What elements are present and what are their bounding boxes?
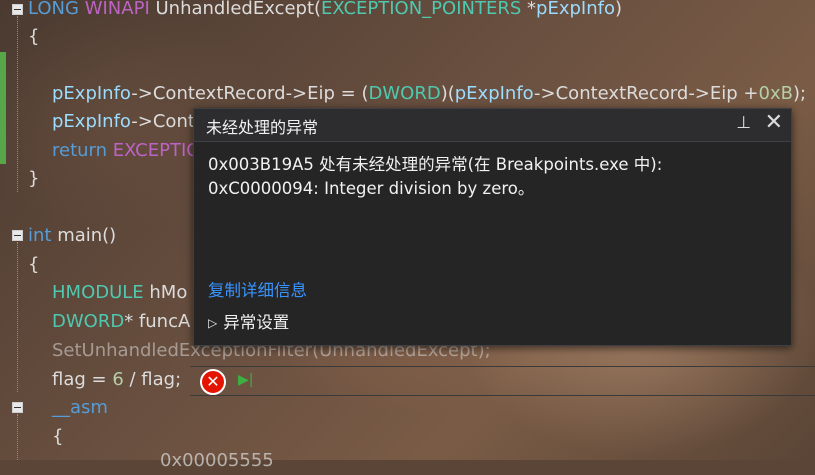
indent-guide <box>17 414 18 460</box>
change-marker <box>0 52 6 164</box>
copy-details-link[interactable]: 复制详细信息 <box>208 277 307 301</box>
collapse-icon[interactable] <box>12 402 23 413</box>
close-icon[interactable]: ✕ <box>765 110 783 135</box>
indent-guide <box>17 242 18 392</box>
exception-message-line1: 0x003B19A5 处有未经处理的异常(在 Breakpoints.exe 中… <box>208 155 663 174</box>
pin-icon[interactable]: ⊥ <box>736 113 751 133</box>
error-icon[interactable]: ✕ <box>200 369 226 395</box>
code-line: pExpInfo->Cont <box>52 111 195 132</box>
exception-settings-toggle[interactable]: ▷ 异常设置 <box>208 309 289 333</box>
code-line: { <box>52 426 64 447</box>
exception-message-line2: 0xC0000094: Integer division by zero。 <box>208 179 535 198</box>
code-line: LONG WINAPI UnhandledExcept(EXCEPTION_PO… <box>28 0 622 19</box>
code-line: { <box>28 254 40 275</box>
code-line: DWORD* funcA <box>52 311 191 332</box>
code-line: } <box>28 168 40 189</box>
code-line: 0x00005555 <box>160 450 274 471</box>
run-to-here-icon[interactable]: ▶| <box>238 372 253 388</box>
collapse-icon[interactable] <box>12 4 23 15</box>
collapse-icon[interactable] <box>12 230 23 241</box>
indent-guide <box>17 16 18 192</box>
code-line: int main() <box>28 225 117 246</box>
current-line-highlight <box>190 366 815 396</box>
code-line: __asm <box>52 397 108 418</box>
code-line: flag = 6 / flag; <box>52 369 182 390</box>
popup-header: 未经处理的异常 ⊥ ✕ <box>194 109 791 142</box>
code-line: HMODULE hMo <box>52 282 188 303</box>
popup-title: 未经处理的异常 <box>206 118 319 137</box>
expand-triangle-icon: ▷ <box>208 316 218 330</box>
code-line: return EXCEPTIO <box>52 140 201 161</box>
code-line: pExpInfo->ContextRecord->Eip = (DWORD)(p… <box>52 83 807 104</box>
code-line: { <box>28 26 40 47</box>
exception-popup: 未经处理的异常 ⊥ ✕ 0x003B19A5 处有未经处理的异常(在 Break… <box>193 108 792 346</box>
exception-message: 0x003B19A5 处有未经处理的异常(在 Breakpoints.exe 中… <box>208 153 662 201</box>
exception-settings-label: 异常设置 <box>223 313 290 332</box>
